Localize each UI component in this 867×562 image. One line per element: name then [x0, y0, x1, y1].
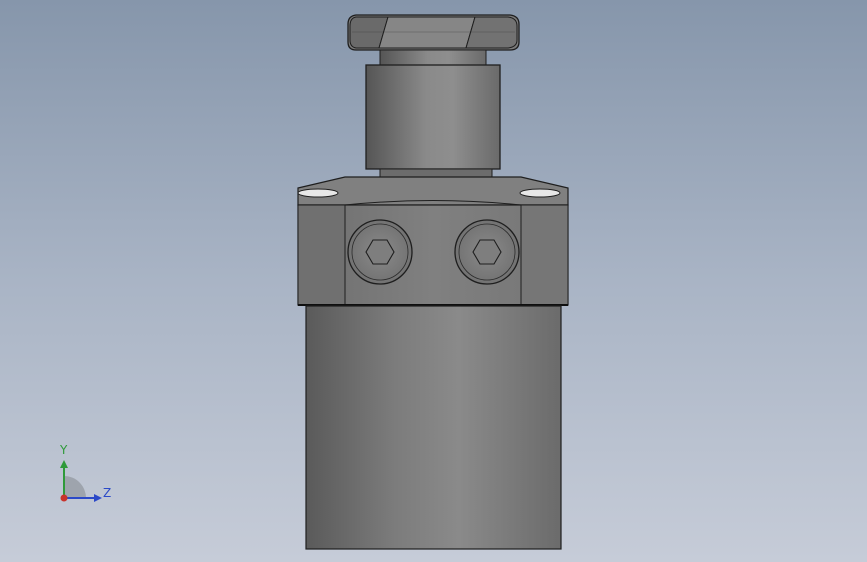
z-axis-label: Z — [103, 486, 112, 500]
y-axis-label: Y — [60, 443, 68, 457]
hex-nut[interactable] — [347, 14, 520, 51]
triad-plane — [64, 476, 86, 498]
nut-shaft — [379, 49, 487, 66]
top-plate[interactable] — [297, 176, 569, 206]
cap-screw-left[interactable] — [347, 219, 413, 285]
neck-cylinder[interactable] — [365, 64, 501, 178]
valve-block[interactable] — [297, 204, 569, 306]
3d-model[interactable] — [0, 0, 867, 562]
x-axis-dot — [60, 494, 68, 502]
cap-screw-right[interactable] — [454, 219, 520, 285]
graphics-viewport[interactable]: Y Z — [0, 0, 867, 562]
y-axis-arrow — [60, 460, 68, 468]
main-cylinder[interactable] — [305, 305, 562, 550]
z-axis-arrow — [94, 494, 102, 502]
